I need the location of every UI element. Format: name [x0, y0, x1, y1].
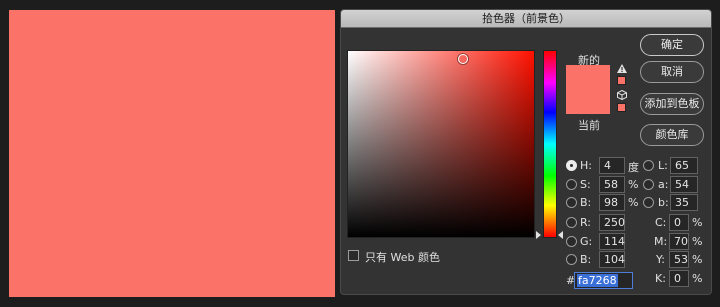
- black-label: K:: [655, 272, 666, 285]
- brightness-unit: %: [628, 196, 639, 209]
- saturation-input[interactable]: 58: [599, 176, 625, 193]
- magenta-unit: %: [692, 235, 703, 248]
- web-safe-color-swatch[interactable]: [617, 103, 626, 112]
- yellow-unit: %: [692, 253, 703, 266]
- lab-l-label: L:: [658, 159, 668, 172]
- cancel-button[interactable]: 取消: [640, 61, 704, 83]
- add-to-swatches-button[interactable]: 添加到色板: [640, 93, 704, 115]
- brightness-input[interactable]: 98: [599, 194, 625, 211]
- warning-triangle-icon[interactable]: [617, 64, 627, 73]
- yellow-input[interactable]: 53: [669, 251, 689, 268]
- red-input[interactable]: 250: [599, 214, 625, 231]
- gamut-color-swatch[interactable]: [617, 76, 626, 85]
- web-colors-only-checkbox[interactable]: [348, 250, 359, 261]
- lab-l-radio[interactable]: [643, 160, 654, 171]
- web-colors-only-label: 只有 Web 颜色: [365, 251, 440, 264]
- blue-radio[interactable]: [566, 254, 577, 265]
- saturation-unit: %: [628, 178, 639, 191]
- red-label: R:: [580, 216, 592, 229]
- lab-a-label: a:: [658, 178, 669, 191]
- red-radio[interactable]: [566, 217, 577, 228]
- cube-icon[interactable]: [617, 90, 627, 100]
- color-libraries-button[interactable]: 颜色库: [640, 124, 704, 146]
- hue-radio[interactable]: [566, 160, 577, 171]
- lab-a-input[interactable]: 54: [670, 176, 698, 193]
- green-radio[interactable]: [566, 236, 577, 247]
- brightness-label: B:: [580, 196, 592, 209]
- brightness-radio[interactable]: [566, 197, 577, 208]
- dialog-title: 拾色器（前景色）: [341, 10, 711, 28]
- lab-a-radio[interactable]: [643, 179, 654, 190]
- lab-l-input[interactable]: 65: [670, 157, 698, 174]
- foreground-color-preview: [9, 10, 335, 297]
- hue-unit: 度: [628, 161, 639, 174]
- magenta-input[interactable]: 70: [669, 233, 689, 250]
- hue-slider-handle-left[interactable]: [536, 231, 541, 239]
- field-cursor[interactable]: [458, 54, 468, 64]
- blue-label: B:: [580, 253, 592, 266]
- hue-input[interactable]: 4: [599, 157, 625, 174]
- lab-b-input[interactable]: 35: [670, 194, 698, 211]
- hex-input[interactable]: fa7268: [574, 272, 633, 289]
- hue-slider-handle-right[interactable]: [558, 231, 563, 239]
- ok-button[interactable]: 确定: [640, 34, 704, 56]
- yellow-label: Y:: [656, 253, 665, 266]
- hex-value-selected: fa7268: [577, 274, 618, 287]
- cyan-unit: %: [692, 216, 703, 229]
- blue-input[interactable]: 104: [599, 251, 625, 268]
- magenta-label: M:: [654, 235, 668, 248]
- hue-slider[interactable]: [543, 50, 557, 238]
- black-unit: %: [692, 272, 703, 285]
- current-color-label: 当前: [578, 119, 600, 132]
- saturation-label: S:: [580, 178, 591, 191]
- lab-b-label: b:: [658, 196, 669, 209]
- hue-label: H:: [580, 159, 592, 172]
- lab-b-radio[interactable]: [643, 197, 654, 208]
- color-picker-dialog: 拾色器（前景色） 新的 当前 确定 取消 添加到色板 颜色库 H: 4 度 S:…: [340, 9, 712, 295]
- saturation-radio[interactable]: [566, 179, 577, 190]
- cyan-label: C:: [655, 216, 667, 229]
- cyan-input[interactable]: 0: [669, 214, 689, 231]
- green-input[interactable]: 114: [599, 233, 625, 250]
- green-label: G:: [580, 235, 593, 248]
- saturation-brightness-field[interactable]: [347, 50, 535, 238]
- black-input[interactable]: 0: [669, 270, 689, 287]
- new-current-color-swatch: [566, 65, 610, 114]
